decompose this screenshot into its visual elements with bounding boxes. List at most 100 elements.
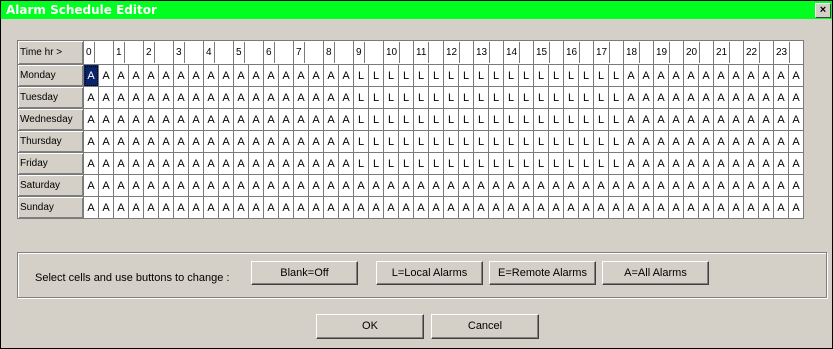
schedule-cell[interactable]: L (593, 108, 609, 131)
schedule-cell[interactable]: A (173, 86, 189, 109)
schedule-cell[interactable]: A (383, 174, 399, 197)
schedule-cell[interactable]: A (98, 86, 114, 109)
schedule-cell[interactable]: L (398, 108, 414, 131)
schedule-cell[interactable]: A (338, 86, 354, 109)
schedule-cell[interactable]: A (188, 64, 204, 87)
schedule-cell[interactable]: A (158, 130, 174, 153)
schedule-cell[interactable]: A (368, 196, 384, 219)
schedule-cell[interactable]: A (788, 108, 804, 131)
schedule-cell[interactable]: L (443, 152, 459, 175)
schedule-cell[interactable]: A (743, 86, 759, 109)
schedule-cell[interactable]: A (758, 152, 774, 175)
schedule-cell[interactable]: L (383, 108, 399, 131)
schedule-cell[interactable]: A (518, 196, 534, 219)
schedule-cell[interactable]: A (173, 64, 189, 87)
schedule-cell[interactable]: A (218, 152, 234, 175)
day-label-thursday[interactable]: Thursday (17, 130, 84, 153)
schedule-cell[interactable]: A (143, 108, 159, 131)
schedule-cell[interactable]: A (353, 196, 369, 219)
schedule-cell[interactable]: L (413, 152, 429, 175)
hour-header-9[interactable]: 9 (353, 40, 384, 65)
schedule-cell[interactable]: A (698, 108, 714, 131)
schedule-cell[interactable]: A (728, 174, 744, 197)
schedule-cell[interactable]: A (98, 152, 114, 175)
schedule-cell[interactable]: A (653, 86, 669, 109)
schedule-cell[interactable]: A (233, 130, 249, 153)
schedule-cell[interactable]: A (218, 108, 234, 131)
schedule-cell[interactable]: A (623, 174, 639, 197)
schedule-cell[interactable]: L (578, 130, 594, 153)
schedule-cell[interactable]: L (518, 130, 534, 153)
schedule-cell[interactable]: A (128, 64, 144, 87)
schedule-cell[interactable]: L (398, 130, 414, 153)
schedule-cell[interactable]: A (248, 130, 264, 153)
schedule-cell[interactable]: A (443, 174, 459, 197)
schedule-cell[interactable]: A (218, 196, 234, 219)
schedule-cell[interactable]: L (533, 86, 549, 109)
schedule-cell[interactable]: A (98, 64, 114, 87)
schedule-cell[interactable]: A (143, 152, 159, 175)
schedule-cell[interactable]: A (308, 152, 324, 175)
schedule-cell[interactable]: L (458, 130, 474, 153)
schedule-cell[interactable]: A (188, 196, 204, 219)
schedule-cell[interactable]: A (263, 108, 279, 131)
hour-header-18[interactable]: 18 (623, 40, 654, 65)
hour-header-6[interactable]: 6 (263, 40, 294, 65)
schedule-cell[interactable]: L (473, 152, 489, 175)
schedule-cell[interactable]: A (698, 86, 714, 109)
schedule-cell[interactable]: L (503, 86, 519, 109)
schedule-cell[interactable]: L (368, 152, 384, 175)
schedule-cell[interactable]: A (278, 152, 294, 175)
schedule-cell[interactable]: A (683, 64, 699, 87)
title-bar[interactable]: Alarm Schedule Editor × (1, 1, 832, 19)
schedule-cell[interactable]: A (638, 108, 654, 131)
schedule-cell[interactable]: L (443, 64, 459, 87)
schedule-cell[interactable]: A (683, 86, 699, 109)
day-label-monday[interactable]: Monday (17, 64, 84, 87)
schedule-cell[interactable]: A (668, 64, 684, 87)
schedule-cell[interactable]: A (743, 64, 759, 87)
day-label-sunday[interactable]: Sunday (17, 196, 84, 219)
schedule-cell[interactable]: A (188, 86, 204, 109)
schedule-cell[interactable]: L (548, 152, 564, 175)
hour-header-22[interactable]: 22 (743, 40, 774, 65)
schedule-cell[interactable]: A (113, 174, 129, 197)
schedule-cell[interactable]: A (263, 64, 279, 87)
schedule-cell[interactable]: A (203, 108, 219, 131)
schedule-cell[interactable]: A (638, 174, 654, 197)
schedule-cell[interactable]: A (278, 108, 294, 131)
schedule-cell[interactable]: A (248, 108, 264, 131)
schedule-cell[interactable]: L (413, 64, 429, 87)
schedule-cell[interactable]: L (398, 64, 414, 87)
schedule-cell[interactable]: A (503, 196, 519, 219)
schedule-cell[interactable]: L (488, 86, 504, 109)
schedule-cell[interactable]: A (578, 174, 594, 197)
remote-alarms-button[interactable]: E=Remote Alarms (489, 261, 596, 285)
schedule-cell[interactable]: A (653, 108, 669, 131)
day-label-saturday[interactable]: Saturday (17, 174, 84, 197)
schedule-cell[interactable]: A (653, 174, 669, 197)
schedule-cell[interactable]: A (98, 108, 114, 131)
schedule-cell[interactable]: L (473, 108, 489, 131)
schedule-cell[interactable]: A (533, 196, 549, 219)
schedule-cell[interactable]: A (428, 196, 444, 219)
ok-button[interactable]: OK (316, 314, 424, 339)
schedule-cell[interactable]: A (143, 196, 159, 219)
schedule-cell[interactable]: L (503, 130, 519, 153)
cancel-button[interactable]: Cancel (431, 314, 539, 339)
schedule-cell[interactable]: A (458, 196, 474, 219)
schedule-cell[interactable]: A (728, 152, 744, 175)
schedule-cell[interactable]: A (323, 130, 339, 153)
schedule-cell[interactable]: A (683, 108, 699, 131)
schedule-cell[interactable]: A (218, 174, 234, 197)
schedule-cell[interactable]: A (113, 196, 129, 219)
schedule-cell[interactable]: A (83, 130, 99, 153)
schedule-cell[interactable]: A (728, 64, 744, 87)
schedule-cell[interactable]: L (458, 108, 474, 131)
schedule-cell[interactable]: A (413, 174, 429, 197)
schedule-cell[interactable]: L (518, 64, 534, 87)
schedule-cell[interactable]: L (368, 86, 384, 109)
schedule-cell[interactable]: A (188, 130, 204, 153)
schedule-cell[interactable]: A (473, 196, 489, 219)
schedule-cell[interactable]: L (488, 130, 504, 153)
